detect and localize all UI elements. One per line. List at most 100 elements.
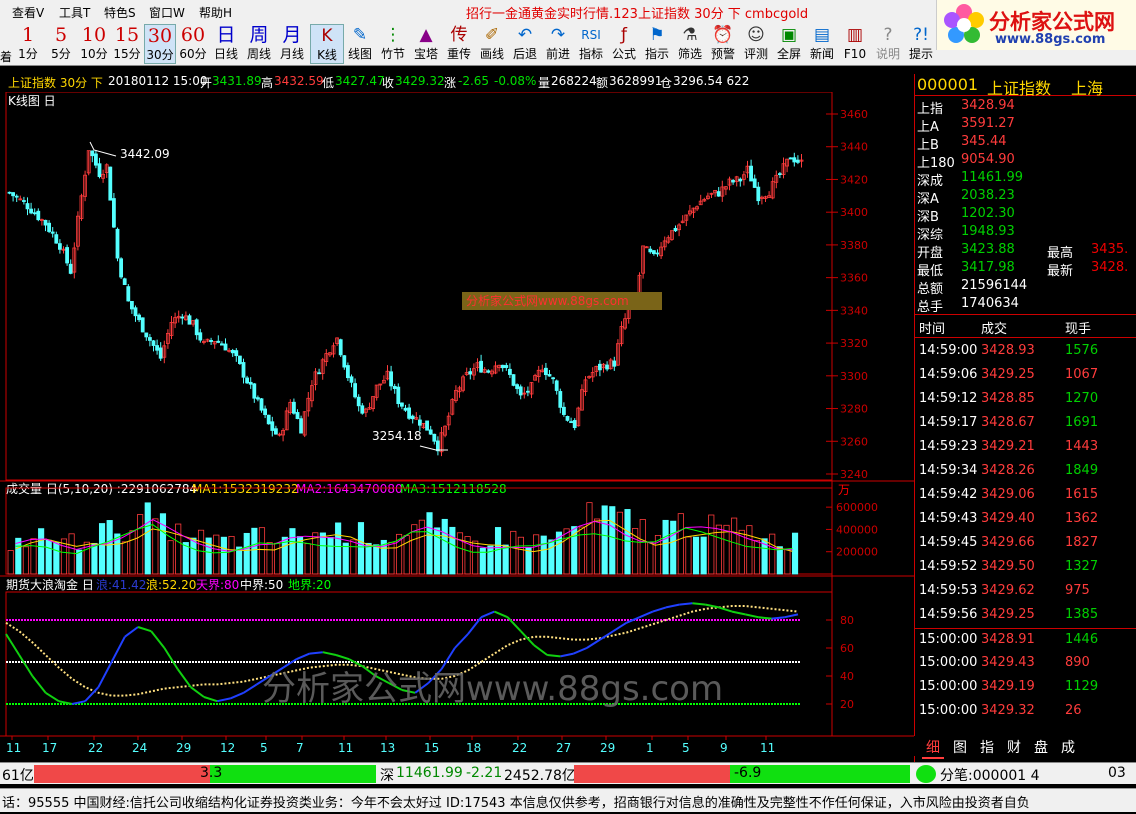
volume-bar <box>144 502 151 575</box>
menu-view[interactable]: 查看V <box>12 4 44 21</box>
y-tick-label: 3280 <box>840 403 868 416</box>
candle-body <box>259 398 264 411</box>
period-big-label: 15 <box>114 24 140 46</box>
info-open: 3431.89 <box>212 74 262 88</box>
menu-tools[interactable]: 工具T <box>59 4 90 21</box>
candle-body <box>569 421 573 424</box>
tool-label: 评测 <box>743 47 768 61</box>
period-button-3[interactable]: 15 15分 <box>111 24 143 64</box>
volume-bar <box>639 519 646 575</box>
tool-button-7[interactable]: ↷ 前进 <box>541 24 575 64</box>
volume-bar <box>540 535 547 575</box>
tick-time: 15:00:00 <box>919 655 978 670</box>
period-button-1[interactable]: 5 5分 <box>45 24 77 64</box>
tool-button-18[interactable]: ?! 提示 <box>904 24 938 64</box>
tool-button-6[interactable]: ↶ 后退 <box>508 24 542 64</box>
quote-tab-2[interactable]: 指 <box>976 737 998 757</box>
tool-button-3[interactable]: ▲ 宝塔 <box>409 24 443 64</box>
period-label: 日线 <box>213 47 238 61</box>
volume-bar <box>335 522 342 575</box>
candle-body <box>565 416 570 421</box>
chart-area[interactable]: K线图 日成交量 日(5,10,20) :2291062784MA1:15323… <box>0 92 914 760</box>
lang1-segment <box>216 697 231 703</box>
volume-bar <box>685 536 692 575</box>
period-label: 15分 <box>113 47 141 61</box>
period-big-label: 10 <box>81 24 107 46</box>
candle-body <box>119 258 123 278</box>
period-button-8[interactable]: 月月线 <box>276 24 308 64</box>
period-button-4[interactable]: 30 30分 <box>144 24 176 64</box>
period-big-label: 月 <box>282 24 302 46</box>
y-tick-label: 3380 <box>840 239 868 252</box>
quote-name: 上证指数 <box>987 79 1052 98</box>
quote-tab-4[interactable]: 盘 <box>1030 737 1052 757</box>
volume-label: 总手 <box>917 300 944 315</box>
candle-body <box>511 374 516 386</box>
tool-button-1[interactable]: ✎ 线图 <box>343 24 377 64</box>
info-pct: -0.08% <box>494 74 537 88</box>
lang1-segment <box>335 654 350 661</box>
menu-special[interactable]: 特色S <box>104 4 136 21</box>
volume-bar <box>502 544 509 575</box>
quote-tab-1[interactable]: 图 <box>949 737 971 757</box>
volume-bar <box>670 520 677 575</box>
tool-button-8[interactable]: RSI 指标 <box>574 24 608 64</box>
quote-tab-3[interactable]: 财 <box>1003 737 1025 757</box>
candle-body <box>133 307 138 317</box>
candle-body <box>36 210 41 221</box>
x-tick-label: 24 <box>132 741 147 755</box>
info-low-label: 低 <box>322 76 335 90</box>
tool-button-9[interactable]: ƒ 公式 <box>607 24 641 64</box>
last-label: 最新 <box>1047 264 1074 279</box>
tool-button-17[interactable]: ? 说明 <box>871 24 905 64</box>
tool-button-15[interactable]: ▤ 新闻 <box>805 24 839 64</box>
index-name: 深B <box>917 210 939 225</box>
tool-button-4[interactable]: 传重传 <box>442 24 476 64</box>
tool-label: 后退 <box>512 47 537 61</box>
tool-button-12[interactable]: ⏰ 预警 <box>706 24 740 64</box>
period-button-6[interactable]: 日日线 <box>210 24 242 64</box>
tool-button-2[interactable]: ⋮ 竹节 <box>376 24 410 64</box>
index-name: 上B <box>917 138 939 153</box>
volume-bar <box>449 526 456 575</box>
period-button-2[interactable]: 10 10分 <box>78 24 110 64</box>
filter-icon: ⚗ <box>682 25 698 45</box>
period-button-7[interactable]: 周周线 <box>243 24 275 64</box>
tick-table-header: 时间 成交 现手 <box>915 314 1136 338</box>
period-button-5[interactable]: 60 60分 <box>177 24 209 64</box>
candle-body <box>432 433 437 442</box>
candle-body <box>558 391 563 408</box>
tool-button-5[interactable]: ✐ 画线 <box>475 24 509 64</box>
tool-button-13[interactable]: ☺ 评测 <box>739 24 773 64</box>
lang1-segment <box>494 610 508 619</box>
candle-body <box>399 402 404 407</box>
quote-tab-0[interactable]: 细 <box>922 737 944 759</box>
news-ticker[interactable]: 话：95555 中国财经:信托公司收缩结构化证券投资类业务：今年不会太好过 ID… <box>0 788 1136 812</box>
quote-row-amount: 总额 21596144 <box>915 278 1136 297</box>
quote-tab-5[interactable]: 成 <box>1057 737 1079 757</box>
volume-bar <box>677 513 684 575</box>
sz-bar-red <box>574 765 730 783</box>
tool-label: 筛选 <box>677 47 702 61</box>
tool-button-0[interactable]: K K线 <box>310 24 344 64</box>
period-big-label: 5 <box>54 24 68 46</box>
indicator-title: 期货大浪淘金 日 <box>6 577 94 592</box>
x-tick-label: 17 <box>42 741 57 755</box>
forward-icon: ↷ <box>550 25 566 45</box>
tool-button-10[interactable]: ⚑ 指示 <box>640 24 674 64</box>
tool-button-11[interactable]: ⚗ 筛选 <box>673 24 707 64</box>
volume-bar <box>525 547 532 575</box>
indicator-icon: RSI <box>581 28 601 42</box>
tick-time: 14:59:00 <box>919 343 978 358</box>
tick-row: 14:59:12 3428.85 1270 <box>915 388 1136 412</box>
candle-body <box>209 340 214 343</box>
volume-bar <box>350 539 357 575</box>
tool-button-14[interactable]: ▣ 全屏 <box>772 24 806 64</box>
menu-help[interactable]: 帮助H <box>199 4 232 21</box>
menu-window[interactable]: 窗口W <box>149 4 185 21</box>
max-label: 3442.09 <box>120 147 170 161</box>
tool-button-16[interactable]: ▥ F10 <box>838 24 872 64</box>
lang1-segment <box>243 683 258 694</box>
info-open-label: 开 <box>200 76 213 90</box>
period-button-0[interactable]: 1 1分 <box>12 24 44 64</box>
